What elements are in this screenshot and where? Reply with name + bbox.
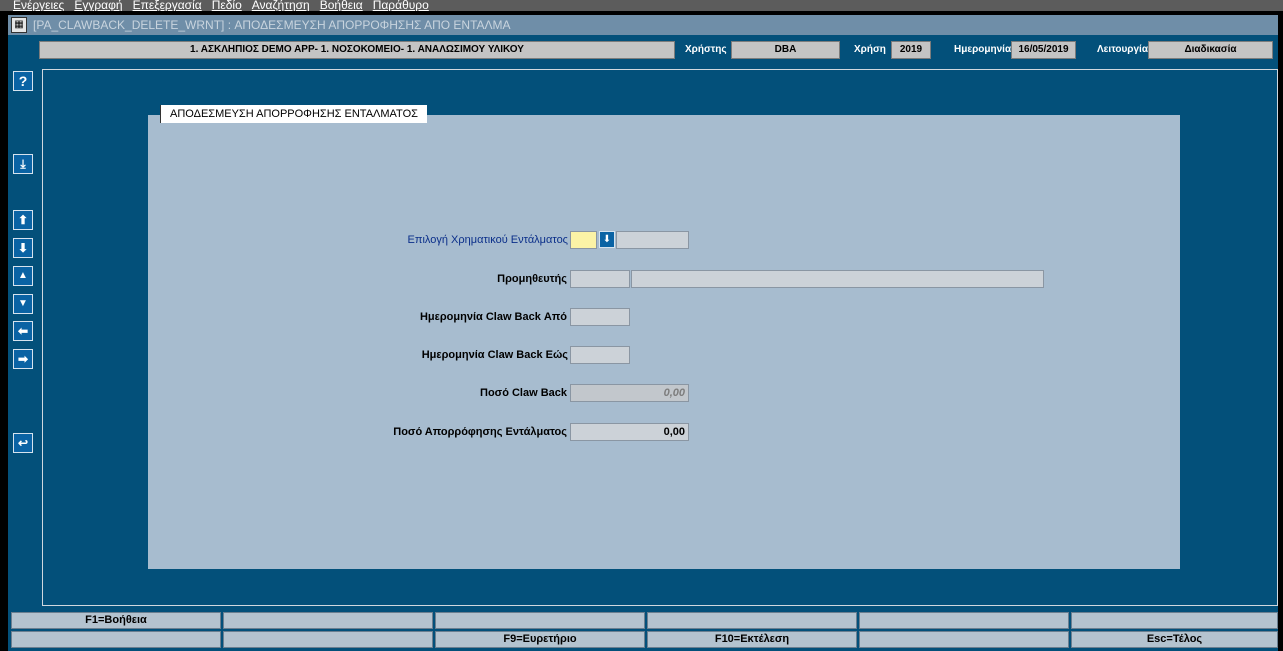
previous-block-icon[interactable]: ⬅ bbox=[13, 321, 33, 341]
warrant-description-field bbox=[616, 231, 689, 249]
organization-field: 1. ΑΣΚΛΗΠΙΟΣ DEMO APP- 1. ΝΟΣΟΚΟΜΕΙΟ- 1.… bbox=[39, 41, 675, 59]
supplier-name-field bbox=[631, 270, 1044, 288]
mode-label: Λειτουργία bbox=[1097, 44, 1148, 55]
exit-icon[interactable]: ↩ bbox=[13, 433, 33, 453]
next-block-icon[interactable]: ➡ bbox=[13, 349, 33, 369]
menu-edit[interactable]: Επεξεργασία bbox=[133, 0, 202, 11]
menu-search[interactable]: Αναζήτηση bbox=[252, 0, 310, 11]
function-key bbox=[11, 631, 221, 648]
clawback-date-from-label: Ημερομηνία Claw Back Από bbox=[419, 311, 567, 323]
user-label: Χρήστης bbox=[685, 44, 727, 55]
previous-record-icon[interactable]: ▲ bbox=[13, 266, 33, 286]
warrant-lov-icon[interactable]: ⬇ bbox=[599, 231, 615, 248]
function-key bbox=[859, 612, 1069, 629]
date-label: Ημερομηνία bbox=[954, 44, 1012, 55]
menu-actions[interactable]: Ενέργειες bbox=[13, 0, 64, 11]
esc-exit-key[interactable]: Esc=Τέλος bbox=[1071, 631, 1278, 648]
absorption-amount-label: Ποσό Απορρόφησης Εντάλματος bbox=[393, 426, 567, 438]
f1-help-key[interactable]: F1=Βοήθεια bbox=[11, 612, 221, 629]
function-key bbox=[1071, 612, 1278, 629]
window-title-bar: ▦ [PA_CLAWBACK_DELETE_WRNT] : ΑΠΟΔΕΣΜΕΥΣ… bbox=[8, 15, 1278, 35]
clawback-amount-field: 0,00 bbox=[570, 384, 689, 402]
function-key bbox=[859, 631, 1069, 648]
function-key bbox=[223, 612, 433, 629]
last-record-icon[interactable]: ⬇ bbox=[13, 238, 33, 258]
list-of-values-icon[interactable]: ⤓ bbox=[13, 154, 33, 174]
window-client-area: 1. ΑΣΚΛΗΠΙΟΣ DEMO APP- 1. ΝΟΣΟΚΟΜΕΙΟ- 1.… bbox=[8, 35, 1278, 651]
clawback-date-to-label: Ημερομηνία Claw Back Εώς bbox=[421, 349, 568, 361]
function-key bbox=[647, 612, 857, 629]
supplier-code-field bbox=[570, 270, 630, 288]
year-label: Χρήση bbox=[854, 44, 886, 55]
clawback-amount-label: Ποσό Claw Back bbox=[480, 387, 567, 399]
year-field: 2019 bbox=[891, 41, 931, 59]
function-key bbox=[435, 612, 645, 629]
menu-field[interactable]: Πεδίο bbox=[212, 0, 242, 11]
app-icon: ▦ bbox=[11, 17, 27, 33]
first-record-icon[interactable]: ⬆ bbox=[13, 210, 33, 230]
function-key-bar: F1=Βοήθεια F9=Ευρετήριο F10=Εκτέλεση Esc… bbox=[11, 612, 1278, 649]
warrant-label: Επιλογή Χρηματικού Εντάλματος bbox=[407, 234, 568, 246]
warrant-input[interactable] bbox=[570, 231, 597, 249]
menu-record[interactable]: Εγγραφή bbox=[74, 0, 122, 11]
menu-bar: Ενέργειες Εγγραφή Επεξεργασία Πεδίο Αναζήτησ… bbox=[0, 0, 1283, 11]
supplier-label: Προμηθευτής bbox=[497, 273, 567, 285]
form-title: ΑΠΟΔΕΣΜΕΥΣΗ ΑΠΟΡΡΟΦΗΣΗΣ ΕΝΤΑΛΜΑΤΟΣ bbox=[160, 105, 427, 123]
absorption-amount-field: 0,00 bbox=[570, 423, 689, 441]
function-key bbox=[223, 631, 433, 648]
date-field: 16/05/2019 bbox=[1011, 41, 1076, 59]
menu-help[interactable]: Βοήθεια bbox=[320, 0, 363, 11]
f10-execute-key[interactable]: F10=Εκτέλεση bbox=[647, 631, 857, 648]
next-record-icon[interactable]: ▼ bbox=[13, 294, 33, 314]
form-panel bbox=[148, 115, 1180, 569]
window-title: [PA_CLAWBACK_DELETE_WRNT] : ΑΠΟΔΕΣΜΕΥΣΗ … bbox=[33, 18, 511, 32]
clawback-date-from-input[interactable] bbox=[570, 308, 630, 326]
f9-index-key[interactable]: F9=Ευρετήριο bbox=[435, 631, 645, 648]
help-icon[interactable]: ? bbox=[13, 71, 33, 91]
mode-field: Διαδικασία bbox=[1148, 41, 1273, 59]
user-field: DBA bbox=[731, 41, 840, 59]
clawback-date-to-input[interactable] bbox=[570, 346, 630, 364]
menu-window[interactable]: Παράθυρο bbox=[373, 0, 429, 11]
